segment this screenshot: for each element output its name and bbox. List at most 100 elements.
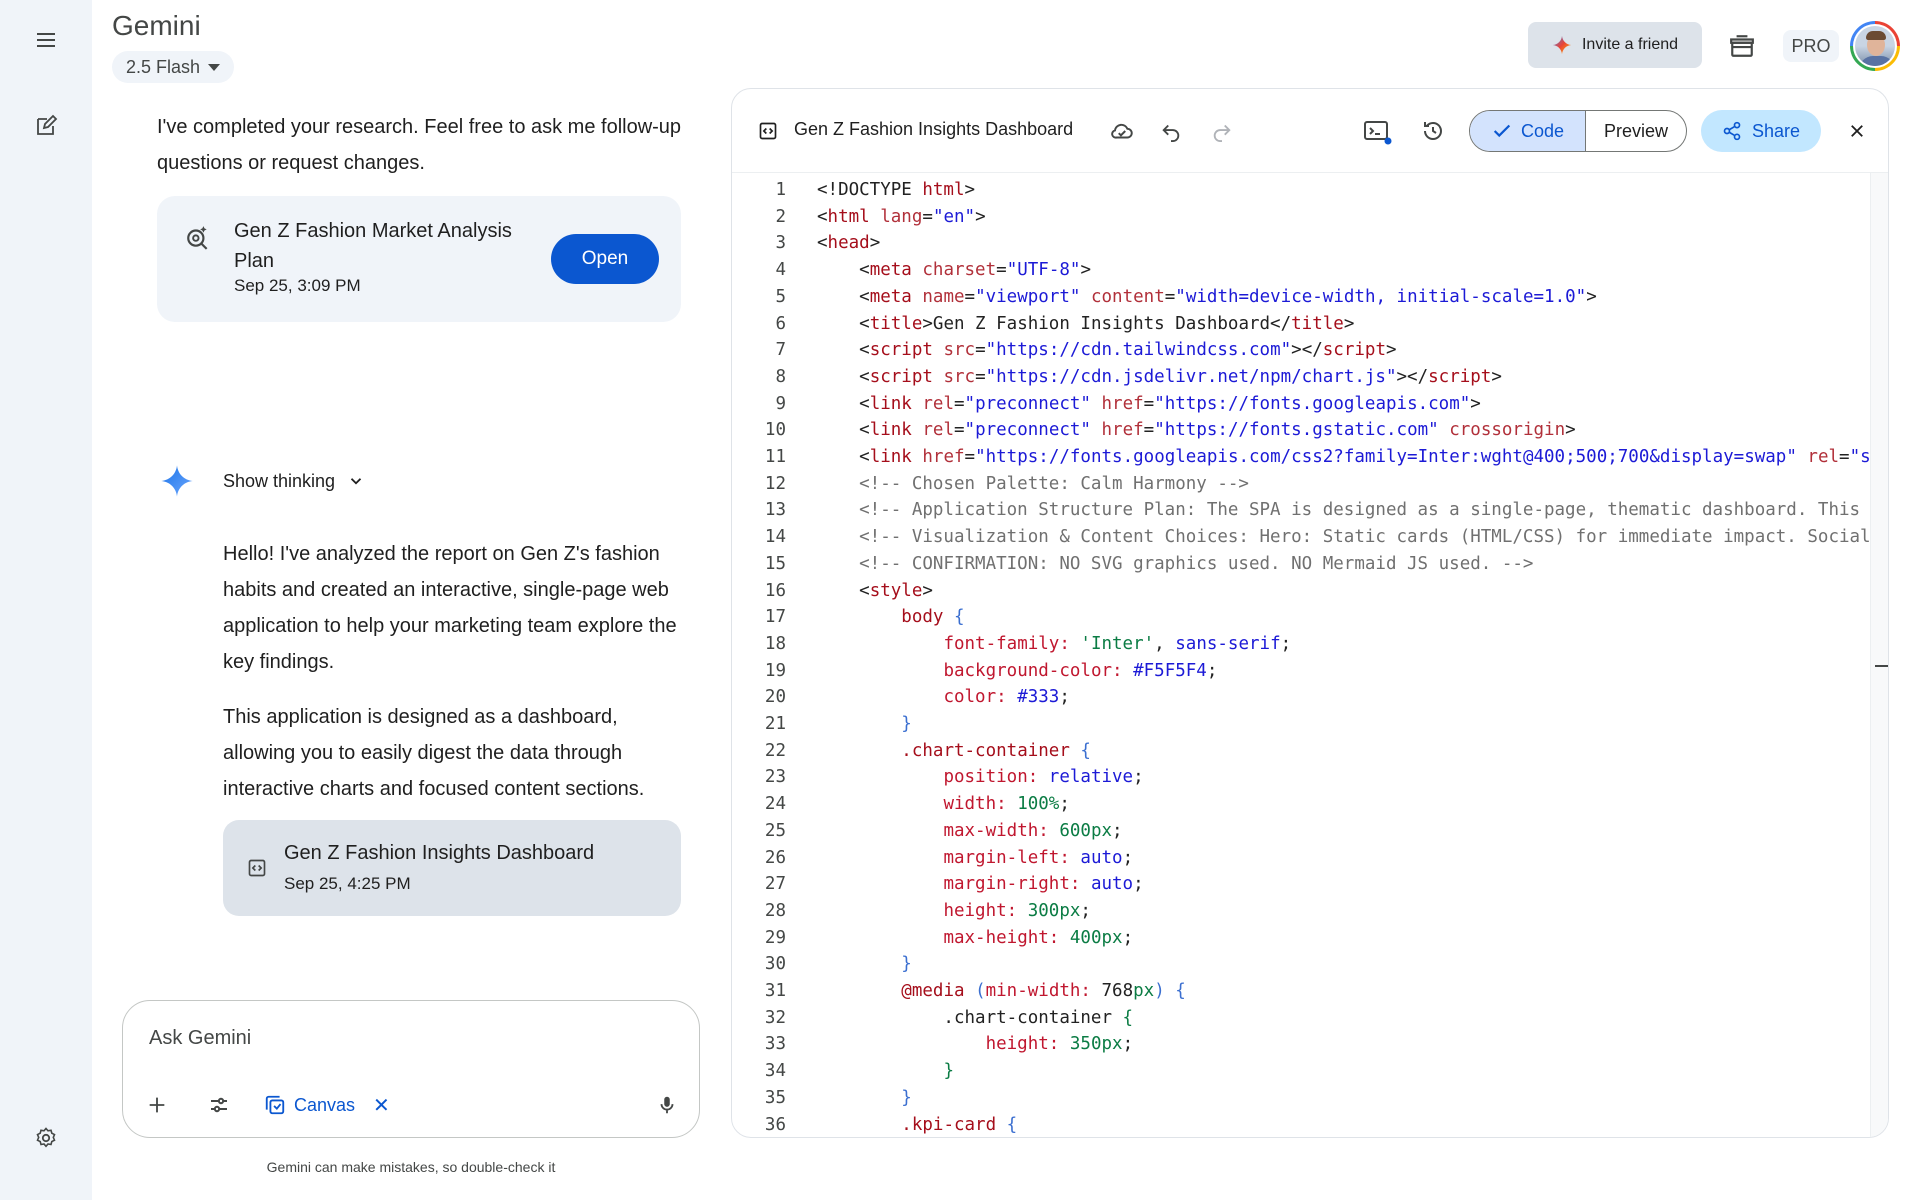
code-line: 4 <meta charset="UTF-8"> xyxy=(732,257,1870,284)
code-text: <!-- Visualization & Content Choices: He… xyxy=(817,527,1870,548)
code-text: <link rel="preconnect" href="https://fon… xyxy=(817,420,1576,441)
scroll-thumb[interactable] xyxy=(1875,665,1888,667)
add-icon[interactable] xyxy=(139,1087,175,1123)
code-line: 33 height: 350px; xyxy=(732,1031,1870,1058)
check-icon xyxy=(1493,124,1511,138)
code-line: 9 <link rel="preconnect" href="https://f… xyxy=(732,391,1870,418)
line-number: 27 xyxy=(764,874,786,895)
line-number: 7 xyxy=(775,340,786,361)
code-line: 10 <link rel="preconnect" href="https://… xyxy=(732,417,1870,444)
gemini-spark-icon xyxy=(1552,35,1572,55)
code-line: 22 .chart-container { xyxy=(732,738,1870,765)
canvas-tool-chip[interactable]: Canvas ✕ xyxy=(264,1089,390,1121)
line-number: 6 xyxy=(775,313,786,334)
code-line: 35 } xyxy=(732,1085,1870,1112)
pro-badge: PRO xyxy=(1783,30,1839,62)
line-number: 10 xyxy=(764,420,786,441)
code-line: 6 <title>Gen Z Fashion Insights Dashboar… xyxy=(732,311,1870,338)
line-number: 9 xyxy=(775,393,786,414)
code-line: 15 <!-- CONFIRMATION: NO SVG graphics us… xyxy=(732,551,1870,578)
history-icon[interactable] xyxy=(1417,115,1449,147)
code-line: 31 @media (min-width: 768px) { xyxy=(732,978,1870,1005)
share-icon xyxy=(1723,121,1741,141)
code-line: 26 margin-left: auto; xyxy=(732,845,1870,872)
code-text: } xyxy=(943,1061,954,1082)
code-text: <style> xyxy=(817,580,933,601)
close-icon[interactable] xyxy=(1843,117,1871,145)
canvas-panel: Gen Z Fashion Insights Dashboard Code Pr… xyxy=(731,88,1889,1138)
menu-icon[interactable] xyxy=(22,16,70,64)
show-thinking-label: Show thinking xyxy=(223,470,336,491)
code-text: body { xyxy=(901,607,965,628)
line-number: 1 xyxy=(775,180,786,200)
new-chat-icon[interactable] xyxy=(22,102,70,150)
research-card-title: Gen Z Fashion Market Analysis Plan xyxy=(234,220,512,272)
code-line: 19 background-color: #F5F5F4; xyxy=(732,658,1870,685)
canvas-document-card[interactable]: Gen Z Fashion Insights Dashboard Sep 25,… xyxy=(223,820,681,916)
invite-friend-button[interactable]: Invite a friend xyxy=(1528,22,1702,68)
caret-down-icon xyxy=(208,63,221,71)
left-rail xyxy=(0,0,92,1200)
tab-preview[interactable]: Preview xyxy=(1586,111,1686,151)
code-text: } xyxy=(901,714,912,734)
code-preview-toggle: Code Preview xyxy=(1469,110,1687,152)
code-text: <script src="https://cdn.tailwindcss.com… xyxy=(817,340,1397,361)
line-number: 28 xyxy=(764,900,786,921)
tab-code[interactable]: Code xyxy=(1470,111,1586,151)
code-line: 13 <!-- Application Structure Plan: The … xyxy=(732,497,1870,524)
code-line: 27 margin-right: auto; xyxy=(732,871,1870,898)
code-line: 36 .kpi-card { xyxy=(732,1112,1870,1138)
doc-card-date: Sep 25, 4:25 PM xyxy=(284,874,411,893)
line-number: 19 xyxy=(764,660,786,681)
model-selector[interactable]: 2.5 Flash xyxy=(112,51,235,83)
code-line: 16 <style> xyxy=(732,578,1870,605)
open-button[interactable]: Open xyxy=(551,234,659,284)
console-icon[interactable] xyxy=(1360,115,1396,149)
line-number: 16 xyxy=(764,580,786,601)
line-number: 12 xyxy=(764,473,786,494)
show-thinking-toggle[interactable]: Show thinking xyxy=(223,467,365,495)
prompt-box: Canvas ✕ xyxy=(122,1000,700,1138)
code-line: 25 max-width: 600px; xyxy=(732,818,1870,845)
code-text: height: 300px; xyxy=(943,900,1091,921)
code-text: <title>Gen Z Fashion Insights Dashboard<… xyxy=(817,313,1355,334)
code-editor[interactable]: 1 <!DOCTYPE html> 2 <html lang="en"> 3 <head>… xyxy=(732,173,1870,1138)
code-line: 32 .chart-container { xyxy=(732,1005,1870,1032)
redo-icon[interactable] xyxy=(1206,115,1238,147)
editor-scrollbar[interactable] xyxy=(1870,173,1888,1137)
tools-icon[interactable] xyxy=(201,1087,237,1123)
code-text: max-width: 600px; xyxy=(943,820,1123,841)
ask-gemini-input[interactable] xyxy=(149,1023,629,1053)
undo-icon[interactable] xyxy=(1155,115,1187,147)
user-avatar[interactable] xyxy=(1850,21,1900,71)
code-text: <meta charset="UTF-8"> xyxy=(817,260,1091,281)
code-text: <!-- CONFIRMATION: NO SVG graphics used.… xyxy=(817,553,1534,574)
code-text: background-color: #F5F5F4; xyxy=(943,660,1218,681)
tab-preview-label: Preview xyxy=(1603,120,1669,141)
line-number: 4 xyxy=(775,260,786,281)
research-plan-card[interactable]: Gen Z Fashion Market Analysis Plan Sep 2… xyxy=(157,196,681,322)
code-text: height: 350px; xyxy=(985,1034,1134,1055)
code-text: margin-left: auto; xyxy=(943,847,1134,868)
code-line: 28 height: 300px; xyxy=(732,898,1870,925)
code-doc-icon xyxy=(248,859,266,877)
code-text: <link rel="preconnect" href="https://fon… xyxy=(817,393,1481,414)
code-line: 18 font-family: 'Inter', sans-serif; xyxy=(732,631,1870,658)
close-icon[interactable]: ✕ xyxy=(373,1093,390,1118)
model-label: 2.5 Flash xyxy=(126,56,201,77)
code-text: } xyxy=(901,1087,912,1108)
cloud-save-icon[interactable] xyxy=(1106,115,1138,147)
code-line: 29 max-height: 400px; xyxy=(732,925,1870,952)
code-text: color: #333; xyxy=(943,687,1070,708)
code-line: 30 } xyxy=(732,951,1870,978)
share-button[interactable]: Share xyxy=(1701,110,1821,152)
code-text: <!-- Chosen Palette: Calm Harmony --> xyxy=(817,473,1249,494)
settings-gear-icon[interactable] xyxy=(22,1114,70,1162)
gift-icon[interactable] xyxy=(1722,26,1762,66)
canvas-title: Gen Z Fashion Insights Dashboard xyxy=(794,119,1074,139)
line-number: 23 xyxy=(764,767,786,788)
microphone-icon[interactable] xyxy=(649,1087,685,1123)
line-number: 35 xyxy=(764,1087,786,1108)
code-text: @media (min-width: 768px) { xyxy=(901,981,1186,1001)
tab-code-label: Code xyxy=(1520,120,1565,141)
